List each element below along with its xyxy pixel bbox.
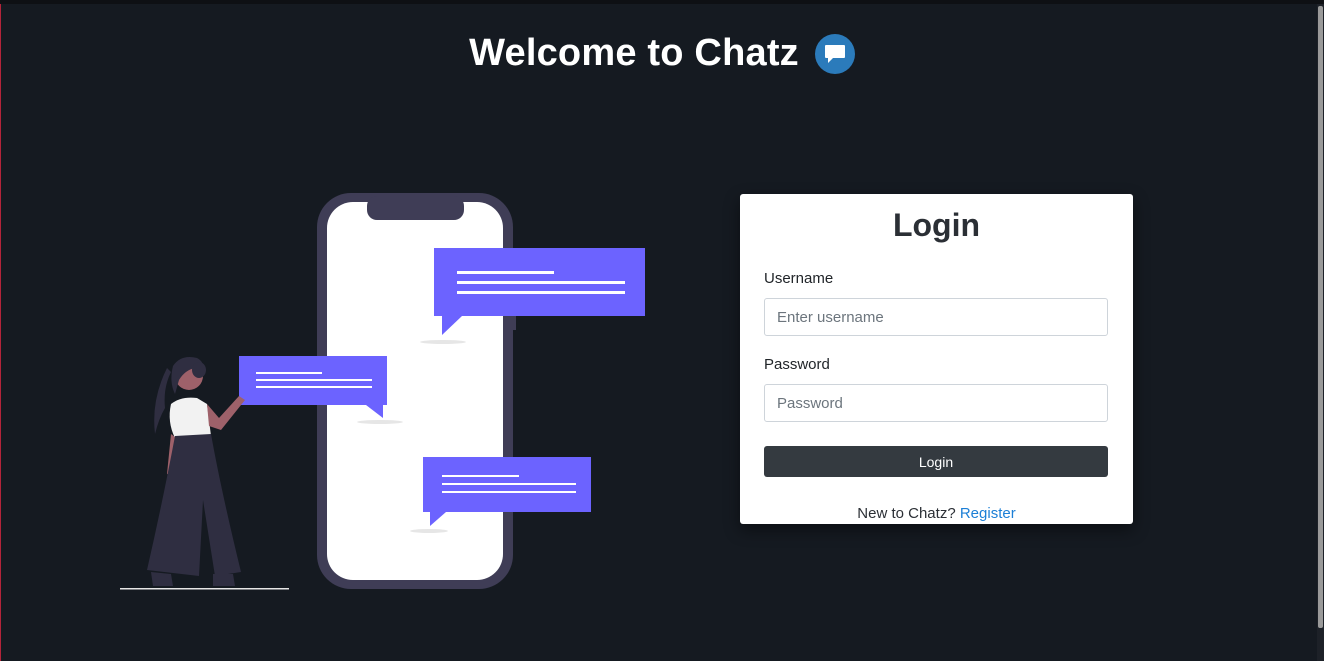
password-label: Password	[764, 356, 830, 373]
window-edge	[0, 4, 1, 661]
login-title: Login	[892, 207, 981, 243]
register-row: New to Chatz? Register	[764, 505, 1109, 522]
register-prompt: New to Chatz?	[857, 505, 956, 522]
scrollbar-thumb[interactable]	[1318, 6, 1323, 628]
username-label: Username	[764, 270, 834, 287]
scrollbar[interactable]	[1317, 4, 1324, 661]
page-title: Welcome to Chatz	[469, 32, 799, 74]
page-header: Welcome to Chatz	[0, 32, 1324, 75]
page: Welcome to Chatz Login Username Enter us…	[0, 0, 1324, 661]
password-input[interactable]	[764, 384, 1108, 422]
register-link[interactable]: Register	[960, 505, 1016, 522]
chat-illustration	[115, 190, 655, 605]
username-input[interactable]	[764, 298, 1108, 336]
chat-bubble-icon	[814, 33, 855, 74]
phone-notch	[367, 196, 464, 220]
login-button[interactable]: Login	[764, 446, 1108, 477]
login-card: Login Username Password Login New to Cha…	[740, 194, 1133, 524]
